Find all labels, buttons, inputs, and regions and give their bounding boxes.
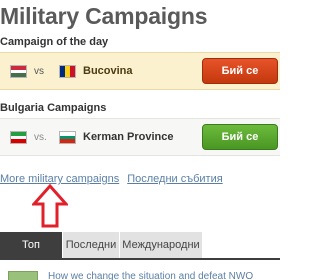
fight-button-country-campaign[interactable]: Бий се [202, 124, 278, 150]
campaign-of-day-card: vs Bucovina Бий се [0, 52, 280, 90]
tabs-divider [0, 258, 280, 260]
campaign-region-link[interactable]: Kerman Province [83, 130, 173, 145]
tab-latest[interactable]: Последни [63, 232, 119, 258]
fight-button-campaign-of-day[interactable]: Бий се [202, 58, 278, 84]
news-item[interactable]: How we change the situation and defeat N… [0, 268, 280, 280]
hungary-flag-icon [10, 65, 27, 78]
page-title: Military Campaigns [0, 3, 208, 29]
country-campaign-card: vs. Kerman Province Бий се [0, 118, 280, 156]
versus-label: vs [34, 66, 44, 77]
news-tabs: Топ Последни Международни [0, 232, 280, 258]
tab-international[interactable]: Международни [120, 232, 202, 258]
news-thumbnail [8, 271, 38, 280]
country-campaigns-heading: Bulgaria Campaigns [0, 102, 107, 114]
latest-events-link[interactable]: Последни събития [127, 173, 222, 185]
news-headline-link[interactable]: How we change the situation and defeat N… [48, 270, 253, 280]
romania-flag-icon [59, 65, 76, 78]
iran-flag-icon [10, 131, 27, 144]
campaign-of-day-heading: Campaign of the day [0, 36, 109, 48]
bulgaria-flag-icon [59, 131, 76, 144]
versus-label: vs. [34, 132, 47, 143]
campaign-region-link[interactable]: Bucovina [83, 64, 133, 79]
tab-top[interactable]: Топ [0, 232, 62, 258]
up-arrow-icon [32, 184, 68, 228]
military-campaigns-page: Military Campaigns Campaign of the day v… [0, 0, 280, 280]
